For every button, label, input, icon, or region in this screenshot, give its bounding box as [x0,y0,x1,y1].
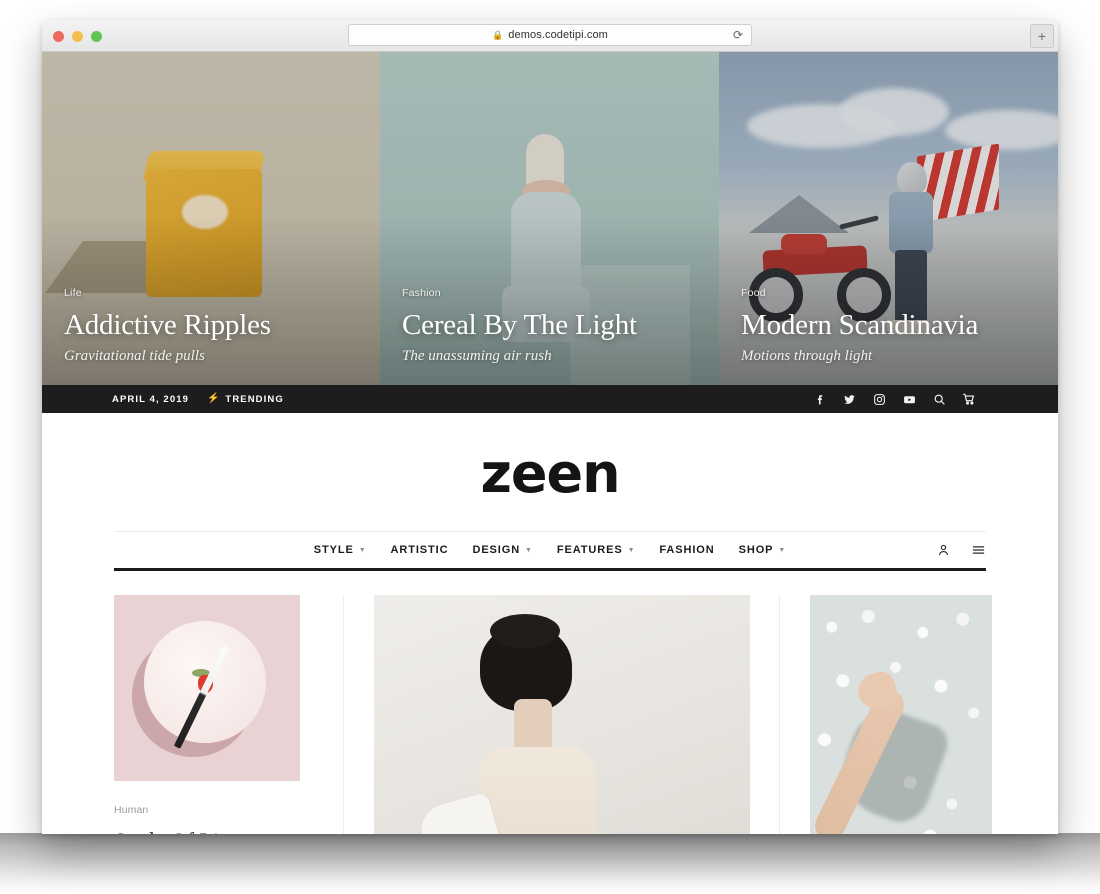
reload-icon[interactable]: ⟳ [733,29,743,41]
chevron-down-icon: ▼ [778,546,787,554]
page-root: 🔒 demos.codetipi.com ⟳ + Life Addictive … [0,0,1100,894]
browser-chrome: 🔒 demos.codetipi.com ⟳ + [42,20,1058,52]
nav-label-fashion: FASHION [659,544,715,556]
nav-item-design[interactable]: DESIGN ▼ [472,544,532,556]
nav-label-shop: SHOP [738,544,774,556]
person-curly-hair-photo[interactable] [374,595,750,834]
hero-caption-3: Food Modern Scandinavia Motions through … [741,287,1040,365]
hero-category-3[interactable]: Food [741,287,1040,299]
hero-slide-2[interactable]: Fashion Cereal By The Light The unassumi… [380,52,719,385]
hero-title-2[interactable]: Cereal By The Light [402,309,701,340]
twitter-icon[interactable] [842,392,856,406]
lock-icon: 🔒 [492,29,504,40]
nav-right-group [936,543,986,558]
window-controls[interactable] [53,31,102,42]
youtube-icon[interactable] [902,392,916,406]
nav-menu: STYLE ▼ ARTISTIC DESIGN ▼ FEATURES ▼ FAS… [314,544,786,556]
site-header: zeen STYLE ▼ ARTISTIC DESIGN ▼ FEATURES … [42,413,1058,571]
hero-category-1[interactable]: Life [64,287,362,299]
nav-item-style[interactable]: STYLE ▼ [314,544,367,556]
page-viewport: Life Addictive Ripples Gravitational tid… [42,52,1058,834]
hero-caption-1: Life Addictive Ripples Gravitational tid… [64,287,362,365]
hero-subtitle-3: Motions through light [741,348,873,364]
hamburger-menu-icon[interactable] [971,543,986,558]
article-category[interactable]: Human [114,804,313,816]
current-date: APRIL 4, 2019 [112,393,189,405]
user-icon[interactable] [936,543,951,558]
hero-subtitle-1: Gravitational tide pulls [64,348,205,364]
article-grid: Human Study Of Lines Debitis voluptatem … [114,571,992,834]
topbar-social-group [812,392,1042,406]
chevron-down-icon: ▼ [525,546,533,554]
nav-item-fashion[interactable]: FASHION [659,544,714,556]
hero-slider: Life Addictive Ripples Gravitational tid… [42,52,1058,385]
utility-topbar: APRIL 4, 2019 ⚡ TRENDING [42,385,1058,413]
close-window-button[interactable] [53,31,64,42]
address-bar[interactable]: 🔒 demos.codetipi.com ⟳ [348,24,752,46]
window-drop-shadow [0,833,1100,894]
maximize-window-button[interactable] [91,31,102,42]
nav-item-artistic[interactable]: ARTISTIC [391,544,449,556]
article-card-center[interactable] [344,595,780,834]
facebook-icon[interactable] [812,392,826,406]
search-icon[interactable] [932,392,946,406]
article-card-left[interactable]: Human Study Of Lines Debitis voluptatem … [114,595,344,834]
pink-plate-strawberry-photo[interactable] [114,595,300,781]
nav-label-features: FEATURES [556,544,623,556]
minimize-window-button[interactable] [72,31,83,42]
hero-subtitle-2: The unassuming air rush [402,348,552,364]
nav-item-features[interactable]: FEATURES ▼ [557,544,636,556]
main-navigation: STYLE ▼ ARTISTIC DESIGN ▼ FEATURES ▼ FAS… [114,531,986,571]
article-card-right[interactable] [780,595,992,834]
topbar-left-group: APRIL 4, 2019 ⚡ TRENDING [112,394,284,405]
new-tab-button[interactable]: + [1030,24,1054,48]
article-title[interactable]: Study Of Lines [114,828,313,834]
chevron-down-icon: ▼ [358,546,367,554]
trending-link[interactable]: ⚡ TRENDING [207,394,284,405]
lightning-bolt-icon: ⚡ [206,393,220,404]
cart-icon[interactable] [962,392,976,406]
hero-slide-3[interactable]: Food Modern Scandinavia Motions through … [719,52,1058,385]
hero-category-2[interactable]: Fashion [402,287,701,299]
hero-slide-1[interactable]: Life Addictive Ripples Gravitational tid… [42,52,380,385]
hero-title-1[interactable]: Addictive Ripples [64,309,362,340]
url-text: demos.codetipi.com [508,29,608,41]
browser-window: 🔒 demos.codetipi.com ⟳ + Life Addictive … [42,20,1058,834]
nav-label-design: DESIGN [472,544,521,556]
hero-title-3[interactable]: Modern Scandinavia [741,309,1040,340]
trending-label: TRENDING [225,393,284,405]
hand-white-pebbles-photo[interactable] [810,595,992,834]
instagram-icon[interactable] [872,392,886,406]
hero-caption-2: Fashion Cereal By The Light The unassumi… [402,287,701,365]
nav-item-shop[interactable]: SHOP ▼ [739,544,787,556]
nav-label-style: STYLE [313,544,354,556]
site-logo[interactable]: zeen [42,437,1058,531]
nav-label-artistic: ARTISTIC [390,544,449,556]
chevron-down-icon: ▼ [627,546,636,554]
